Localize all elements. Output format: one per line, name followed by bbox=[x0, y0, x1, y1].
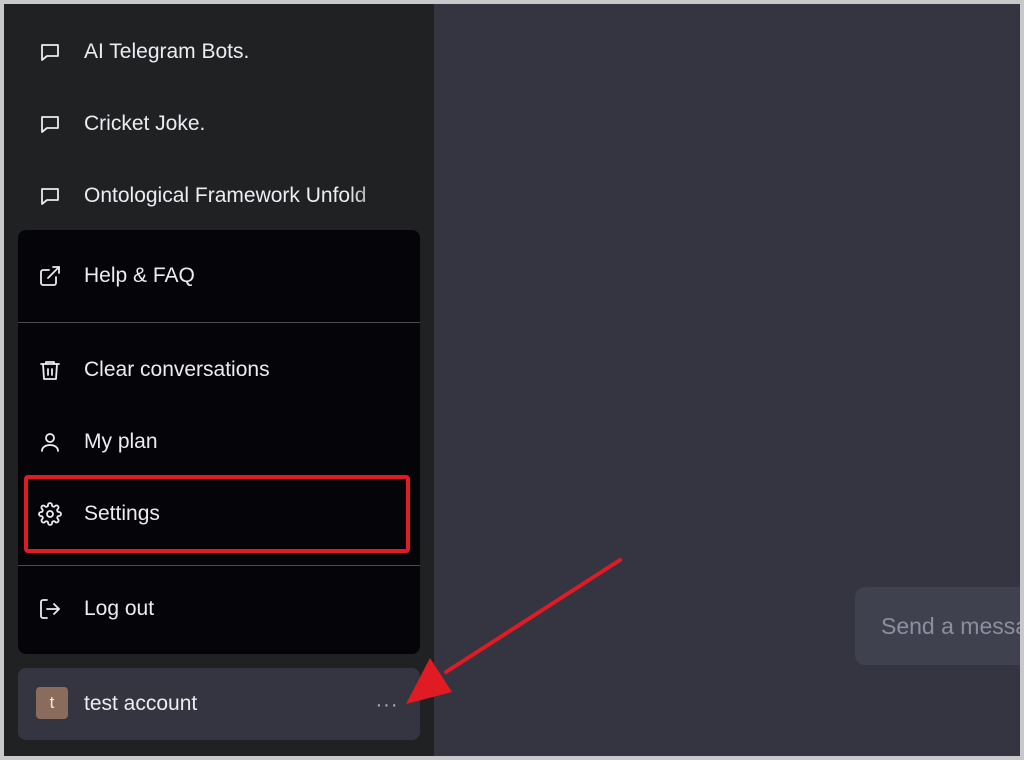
conversation-item[interactable]: AI Telegram Bots. bbox=[18, 24, 420, 80]
more-options-icon[interactable]: ··· bbox=[374, 694, 400, 716]
conversation-title: Cricket Joke. bbox=[84, 112, 206, 135]
message-input-placeholder: Send a message. bbox=[881, 613, 1020, 639]
chat-bubble-icon bbox=[41, 116, 59, 133]
app-window: AI Telegram Bots. Cricket Joke. Ontologi… bbox=[4, 4, 1020, 756]
menu-divider bbox=[18, 565, 420, 566]
conversation-title: AI Telegram Bots. bbox=[84, 40, 250, 63]
sidebar: AI Telegram Bots. Cricket Joke. Ontologi… bbox=[4, 4, 434, 756]
menu-item-label: Log out bbox=[84, 597, 155, 620]
message-input[interactable]: Send a message. bbox=[855, 587, 1020, 665]
menu-item-label: Clear conversations bbox=[84, 358, 270, 381]
menu-item-label: Settings bbox=[84, 502, 160, 525]
menu-item-label: Help & FAQ bbox=[84, 264, 195, 287]
logout-icon bbox=[40, 599, 60, 619]
user-icon bbox=[41, 433, 59, 452]
account-button[interactable]: t test account ··· bbox=[18, 668, 420, 740]
account-name: test account bbox=[84, 692, 198, 715]
account-menu: Help & FAQ Clear conversations My plan S… bbox=[18, 230, 420, 654]
chat-bubble-icon bbox=[41, 44, 59, 61]
conversation-item[interactable]: Ontological Framework Unfold bbox=[18, 168, 420, 224]
menu-item-my-plan[interactable]: My plan bbox=[18, 410, 420, 474]
main-panel: Send a message. bbox=[434, 4, 1020, 756]
menu-item-log-out[interactable]: Log out bbox=[18, 577, 420, 641]
chat-bubble-icon bbox=[41, 188, 59, 205]
menu-item-settings[interactable]: Settings bbox=[18, 482, 420, 546]
avatar: t bbox=[36, 687, 68, 719]
menu-item-label: My plan bbox=[84, 430, 158, 453]
conversation-title: Ontological Framework Unfold bbox=[84, 184, 367, 207]
external-link-icon bbox=[40, 266, 60, 286]
conversation-item[interactable]: Cricket Joke. bbox=[18, 96, 420, 152]
menu-item-clear-conversations[interactable]: Clear conversations bbox=[18, 338, 420, 402]
menu-divider bbox=[18, 322, 420, 323]
menu-item-help-faq[interactable]: Help & FAQ bbox=[18, 244, 420, 308]
trash-icon bbox=[40, 361, 60, 380]
gear-icon bbox=[38, 502, 62, 526]
